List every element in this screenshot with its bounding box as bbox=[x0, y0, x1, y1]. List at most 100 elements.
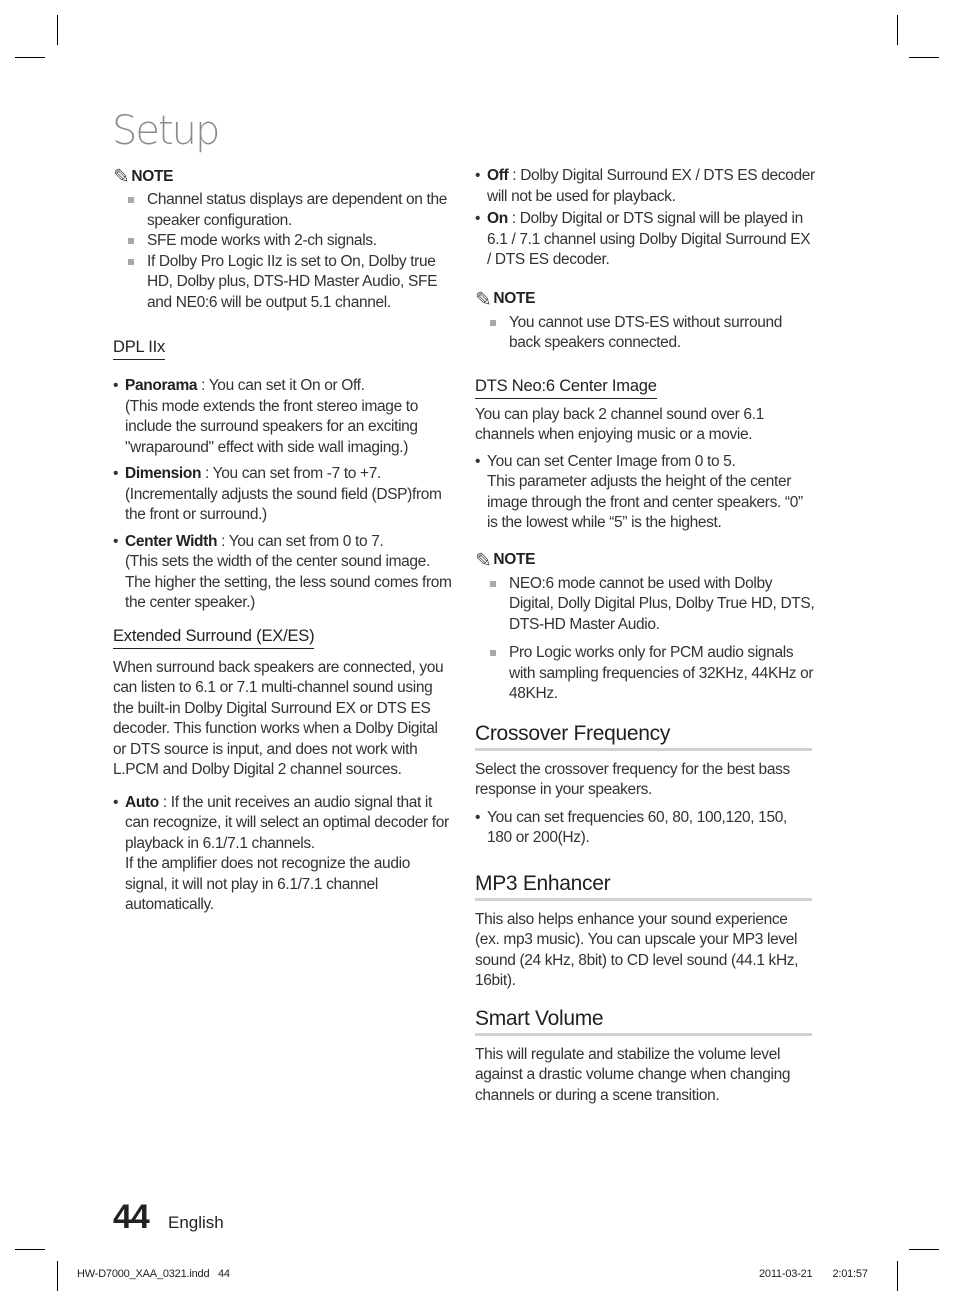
item-text: : Dolby Digital Surround EX / DTS ES dec… bbox=[487, 167, 815, 205]
item-text: You can set Center Image from 0 to 5. bbox=[487, 452, 736, 470]
item-text: : You can set from 0 to 7. bbox=[217, 532, 384, 550]
round-bullet-icon: • bbox=[475, 167, 481, 184]
list-item: • You can set frequencies 60, 80, 100,12… bbox=[475, 808, 815, 849]
item-term: Dimension bbox=[125, 465, 202, 482]
list-item: • Dimension : You can set from -7 to +7.… bbox=[113, 464, 453, 526]
item-term: Panorama bbox=[125, 377, 198, 394]
item-detail: (This sets the width of the center sound… bbox=[125, 553, 452, 611]
slug-file-info: HW-D7000_XAA_0321.indd 44 bbox=[77, 1268, 230, 1280]
section-heading: Crossover Frequency bbox=[475, 721, 812, 751]
note-item: If Dolby Pro Logic IIz is set to On, Dol… bbox=[113, 252, 453, 314]
crop-mark-top-right-vertical bbox=[897, 15, 898, 45]
round-bullet-icon: • bbox=[475, 210, 481, 227]
slug-timestamp: 2011-03-21 2:01:57 bbox=[759, 1268, 868, 1280]
note-item-text: Channel status displays are dependent on… bbox=[147, 191, 447, 229]
note-box: ✎ NOTE Channel status displays are depen… bbox=[113, 166, 453, 313]
section-crossover-frequency: Crossover Frequency Select the crossover… bbox=[475, 721, 815, 849]
section-heading: DTS Neo:6 Center Image bbox=[475, 376, 657, 399]
note-label: NOTE bbox=[493, 290, 536, 308]
note-list: NEO:6 mode cannot be used with Dolby Dig… bbox=[475, 574, 815, 705]
bullet-list: • Panorama : You can set it On or Off. (… bbox=[113, 376, 453, 614]
note-box: ✎ NOTE NEO:6 mode cannot be used with Do… bbox=[475, 550, 815, 705]
crop-mark-bottom-right-vertical bbox=[897, 1261, 898, 1291]
page-number: 44 bbox=[113, 1198, 150, 1236]
square-bullet-icon bbox=[128, 238, 134, 244]
round-bullet-icon: • bbox=[475, 452, 481, 470]
slug-date: 2011-03-21 bbox=[759, 1268, 813, 1280]
note-item-text: SFE mode works with 2-ch signals. bbox=[147, 232, 377, 249]
note-box: ✎ NOTE You cannot use DTS-ES without sur… bbox=[475, 289, 815, 354]
section-dpl-iix: DPL IIx • Panorama : You can set it On o… bbox=[113, 337, 453, 614]
crop-mark-bottom-left-horizontal bbox=[15, 1249, 45, 1250]
note-item: SFE mode works with 2-ch signals. bbox=[113, 231, 453, 252]
square-bullet-icon bbox=[490, 580, 496, 587]
right-column: • Off : Dolby Digital Surround EX / DTS … bbox=[475, 166, 815, 1106]
item-detail: If the amplifier does not recognize the … bbox=[125, 855, 410, 913]
note-item-text: If Dolby Pro Logic IIz is set to On, Dol… bbox=[147, 252, 438, 311]
note-item: You cannot use DTS-ES without surround b… bbox=[475, 313, 815, 354]
note-item: Channel status displays are dependent on… bbox=[113, 190, 453, 231]
item-text: : You can set from -7 to +7. bbox=[201, 465, 381, 482]
round-bullet-icon: • bbox=[113, 793, 119, 811]
list-item: • Auto : If the unit receives an audio s… bbox=[113, 793, 453, 916]
slug-time: 2:01:57 bbox=[832, 1268, 868, 1280]
page-title: Setup bbox=[112, 108, 221, 154]
bullet-list: • You can set frequencies 60, 80, 100,12… bbox=[475, 808, 815, 849]
list-item: • You can set Center Image from 0 to 5. … bbox=[475, 452, 815, 534]
round-bullet-icon: • bbox=[475, 808, 481, 826]
item-text: : You can set it On or Off. bbox=[197, 377, 365, 394]
list-item: • Panorama : You can set it On or Off. (… bbox=[113, 376, 453, 458]
bullet-list: • You can set Center Image from 0 to 5. … bbox=[475, 452, 815, 534]
square-bullet-icon bbox=[128, 197, 134, 203]
note-item: Pro Logic works only for PCM audio signa… bbox=[475, 643, 815, 705]
section-paragraph: This will regulate and stabilize the vol… bbox=[475, 1045, 791, 1104]
bullet-list: • Auto : If the unit receives an audio s… bbox=[113, 793, 453, 916]
item-term: Off bbox=[487, 167, 509, 184]
note-label: NOTE bbox=[131, 167, 174, 185]
note-item-text: NEO:6 mode cannot be used with Dolby Dig… bbox=[509, 574, 815, 633]
square-bullet-icon bbox=[490, 319, 496, 326]
left-column: ✎ NOTE Channel status displays are depen… bbox=[113, 166, 453, 916]
crop-mark-bottom-left-vertical bbox=[57, 1261, 58, 1291]
crop-mark-top-right-horizontal bbox=[909, 57, 939, 58]
section-smart-volume: Smart Volume This will regulate and stab… bbox=[475, 1006, 815, 1107]
crop-mark-top-left-vertical bbox=[57, 15, 58, 45]
item-detail: This parameter adjusts the height of the… bbox=[487, 473, 803, 531]
item-text: You can set frequencies 60, 80, 100,120,… bbox=[487, 808, 787, 847]
list-item: • On : Dolby Digital or DTS signal will … bbox=[475, 209, 815, 271]
note-list: You cannot use DTS-ES without surround b… bbox=[475, 313, 815, 354]
note-item-text: You cannot use DTS-ES without surround b… bbox=[509, 313, 783, 352]
section-heading: Extended Surround (EX/ES) bbox=[113, 626, 315, 649]
note-label: NOTE bbox=[493, 551, 536, 569]
list-item: • Center Width : You can set from 0 to 7… bbox=[113, 532, 453, 614]
section-mp3-enhancer: MP3 Enhancer This also helps enhance you… bbox=[475, 871, 815, 992]
section-heading: Smart Volume bbox=[475, 1006, 812, 1036]
square-bullet-icon bbox=[128, 258, 134, 265]
item-detail: (Incrementally adjusts the sound field (… bbox=[125, 485, 442, 524]
round-bullet-icon: • bbox=[113, 377, 119, 394]
item-detail: (This mode extends the front stereo imag… bbox=[125, 397, 419, 456]
note-heading: ✎ NOTE bbox=[475, 550, 815, 572]
list-item: • Off : Dolby Digital Surround EX / DTS … bbox=[475, 166, 815, 207]
pencil-icon: ✎ bbox=[475, 549, 492, 572]
pencil-icon: ✎ bbox=[475, 288, 492, 311]
round-bullet-icon: • bbox=[113, 465, 119, 482]
page-language: English bbox=[168, 1213, 224, 1232]
section-paragraph: Select the crossover frequency for the b… bbox=[475, 760, 790, 799]
item-term: Center Width bbox=[125, 532, 218, 550]
round-bullet-icon: • bbox=[113, 532, 119, 550]
bullet-list-extended-cont: • Off : Dolby Digital Surround EX / DTS … bbox=[475, 166, 815, 271]
note-list: Channel status displays are dependent on… bbox=[113, 190, 453, 313]
section-extended-surround: Extended Surround (EX/ES) When surround … bbox=[113, 626, 453, 916]
note-item-text: Pro Logic works only for PCM audio signa… bbox=[509, 644, 814, 702]
note-heading: ✎ NOTE bbox=[475, 289, 815, 311]
section-heading: DPL IIx bbox=[113, 337, 165, 360]
section-paragraph: You can play back 2 channel sound over 6… bbox=[475, 405, 764, 444]
crop-mark-bottom-right-horizontal bbox=[909, 1249, 939, 1250]
section-paragraph: When surround back speakers are connecte… bbox=[113, 658, 444, 779]
crop-mark-top-left-horizontal bbox=[15, 57, 45, 58]
section-heading: MP3 Enhancer bbox=[475, 871, 812, 901]
square-bullet-icon bbox=[490, 650, 496, 656]
section-paragraph: This also helps enhance your sound exper… bbox=[475, 910, 799, 990]
item-text: : If the unit receives an audio signal t… bbox=[125, 793, 449, 852]
